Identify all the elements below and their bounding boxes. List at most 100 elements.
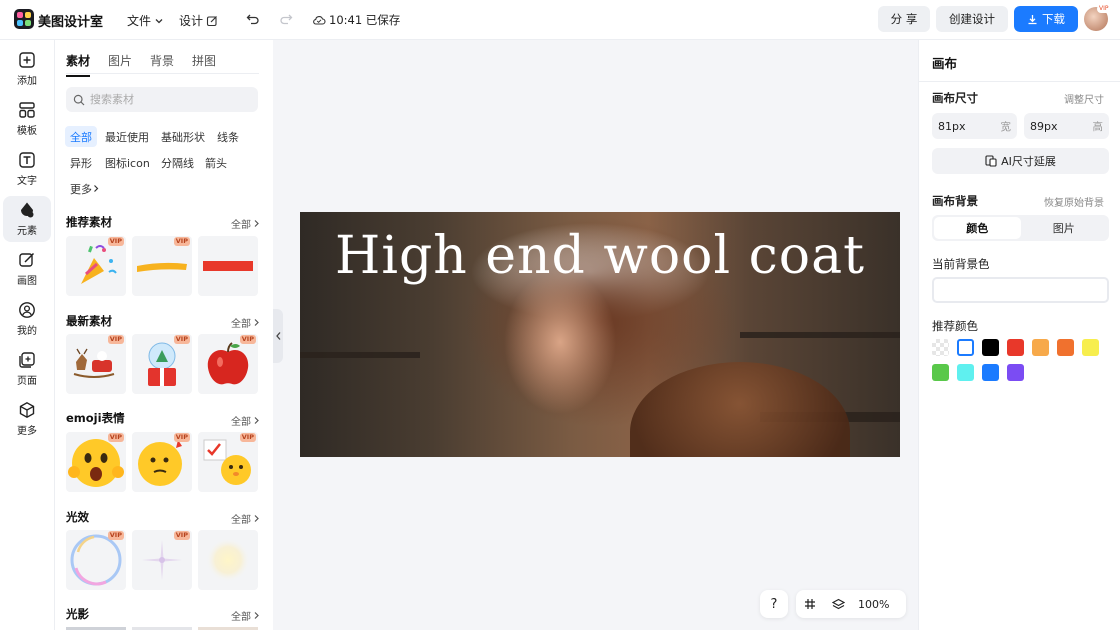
swatch-white[interactable]: [957, 339, 974, 356]
vip-badge: VIP: [173, 433, 190, 442]
avatar-vip-badge: VIP: [1097, 5, 1111, 13]
vip-badge: VIP: [173, 531, 190, 540]
chevron-right-icon: [254, 319, 259, 326]
tab-bg-color[interactable]: 颜色: [934, 217, 1021, 239]
chip-irregular[interactable]: 异形: [65, 152, 97, 173]
chip-recent[interactable]: 最近使用: [100, 126, 154, 147]
section-all-link[interactable]: 全部: [231, 511, 260, 526]
create-design-button[interactable]: 创建设计: [936, 6, 1008, 32]
material-apple[interactable]: VIP: [198, 334, 258, 394]
edit-icon: [206, 15, 217, 26]
design-menu[interactable]: 设计: [179, 12, 218, 29]
swatch-red[interactable]: [1007, 339, 1024, 356]
glow-icon: [206, 538, 250, 582]
app-logo[interactable]: [14, 9, 34, 29]
swatch-cyan[interactable]: [957, 364, 974, 381]
chip-all[interactable]: 全部: [65, 126, 97, 147]
swatch-yellow[interactable]: [1082, 339, 1099, 356]
ai-extend-label: AI尺寸延展: [1001, 155, 1056, 168]
file-menu[interactable]: 文件: [127, 12, 164, 29]
download-button[interactable]: 下载: [1014, 6, 1078, 32]
redo-icon[interactable]: [277, 10, 295, 28]
rail-item-text[interactable]: 文字: [3, 146, 51, 192]
app-name[interactable]: 美图设计室: [38, 11, 103, 30]
section-all-link[interactable]: 全部: [231, 413, 260, 428]
rail-item-page[interactable]: 页面: [3, 346, 51, 392]
chevron-right-icon: [254, 612, 259, 619]
material-brush-stroke[interactable]: VIP: [132, 236, 192, 296]
rail-item-more[interactable]: 更多: [3, 396, 51, 442]
share-button[interactable]: 分 享: [878, 6, 930, 32]
help-button[interactable]: ?: [760, 590, 788, 618]
save-status-text: 10:41 已保存: [329, 13, 401, 27]
material-glow[interactable]: [198, 530, 258, 590]
material-sleigh[interactable]: VIP: [66, 334, 126, 394]
chip-icons[interactable]: 图标icon: [100, 152, 155, 173]
width-field[interactable]: 81px 宽: [932, 113, 1017, 139]
rail-item-mine[interactable]: 我的: [3, 296, 51, 342]
left-rail: 添加 模板 文字 元素 画图 我的 页面 更多: [0, 40, 55, 630]
swatch-blue[interactable]: [982, 364, 999, 381]
width-value: 81px: [938, 119, 966, 133]
canvas-headline[interactable]: High end wool coat: [300, 226, 900, 286]
resize-link[interactable]: 调整尺寸: [1064, 91, 1104, 106]
rail-label-more: 更多: [17, 426, 37, 437]
swatch-light-orange[interactable]: [1032, 339, 1049, 356]
ai-extend-button[interactable]: AI尺寸延展: [932, 148, 1109, 174]
material-red-bar[interactable]: [198, 236, 258, 296]
grid-icon[interactable]: [796, 590, 824, 618]
section-all-label: 全部: [231, 220, 251, 231]
section-all-label: 全部: [231, 515, 251, 526]
section-all-label: 全部: [231, 319, 251, 330]
material-bubble[interactable]: VIP: [66, 530, 126, 590]
save-status: 10:41 已保存: [312, 12, 400, 28]
swatch-purple[interactable]: [1007, 364, 1024, 381]
material-shocked-emoji[interactable]: VIP: [66, 432, 126, 492]
undo-icon[interactable]: [244, 10, 262, 28]
swatch-orange[interactable]: [1057, 339, 1074, 356]
chip-dividers[interactable]: 分隔线: [156, 152, 199, 173]
width-unit: 宽: [1000, 120, 1012, 133]
section-all-link[interactable]: 全部: [231, 315, 260, 330]
swatch-black[interactable]: [982, 339, 999, 356]
restore-bg-link[interactable]: 恢复原始背景: [1044, 194, 1104, 209]
section-all-link[interactable]: 全部: [231, 608, 260, 623]
material-thinking-emoji[interactable]: VIP: [132, 432, 192, 492]
design-menu-label: 设计: [179, 14, 204, 28]
rail-item-add[interactable]: 添加: [3, 46, 51, 92]
layers-icon[interactable]: [824, 590, 852, 618]
vip-badge: VIP: [239, 433, 256, 442]
vip-badge: VIP: [107, 237, 124, 246]
material-sparkle[interactable]: VIP: [132, 530, 192, 590]
height-field[interactable]: 89px 高: [1024, 113, 1109, 139]
search-input[interactable]: [90, 93, 250, 106]
material-snow-globe-gift[interactable]: VIP: [132, 334, 192, 394]
design-canvas[interactable]: High end wool coat: [300, 212, 900, 457]
current-bg-color-field[interactable]: [932, 277, 1109, 303]
tab-bg-image[interactable]: 图片: [1021, 217, 1108, 239]
cloud-icon: [313, 16, 326, 25]
chip-more[interactable]: 更多: [65, 178, 105, 199]
photo-subject: [630, 362, 850, 457]
collapse-panel-button[interactable]: [273, 309, 283, 363]
chip-more-label: 更多: [70, 182, 92, 196]
rail-label-text: 文字: [17, 176, 37, 187]
page-add-icon: [19, 352, 35, 368]
file-menu-label: 文件: [127, 14, 152, 28]
zoom-level[interactable]: 100%: [858, 598, 889, 611]
material-checklist-emoji[interactable]: VIP: [198, 432, 258, 492]
chip-lines[interactable]: 线条: [212, 126, 244, 147]
swatch-green[interactable]: [932, 364, 949, 381]
rail-item-template[interactable]: 模板: [3, 96, 51, 142]
material-party-popper[interactable]: VIP: [66, 236, 126, 296]
section-all-link[interactable]: 全部: [231, 216, 260, 231]
rail-item-elements[interactable]: 元素: [3, 196, 51, 242]
red-bar-icon: [203, 261, 253, 271]
chip-basic-shapes[interactable]: 基础形状: [156, 126, 210, 147]
swatch-transparent[interactable]: [932, 339, 949, 356]
canvas-bg-label: 画布背景: [932, 194, 978, 208]
section-all-label: 全部: [231, 417, 251, 428]
chip-arrows[interactable]: 箭头: [200, 152, 232, 173]
rail-item-draw[interactable]: 画图: [3, 246, 51, 292]
search-box[interactable]: [66, 87, 258, 112]
